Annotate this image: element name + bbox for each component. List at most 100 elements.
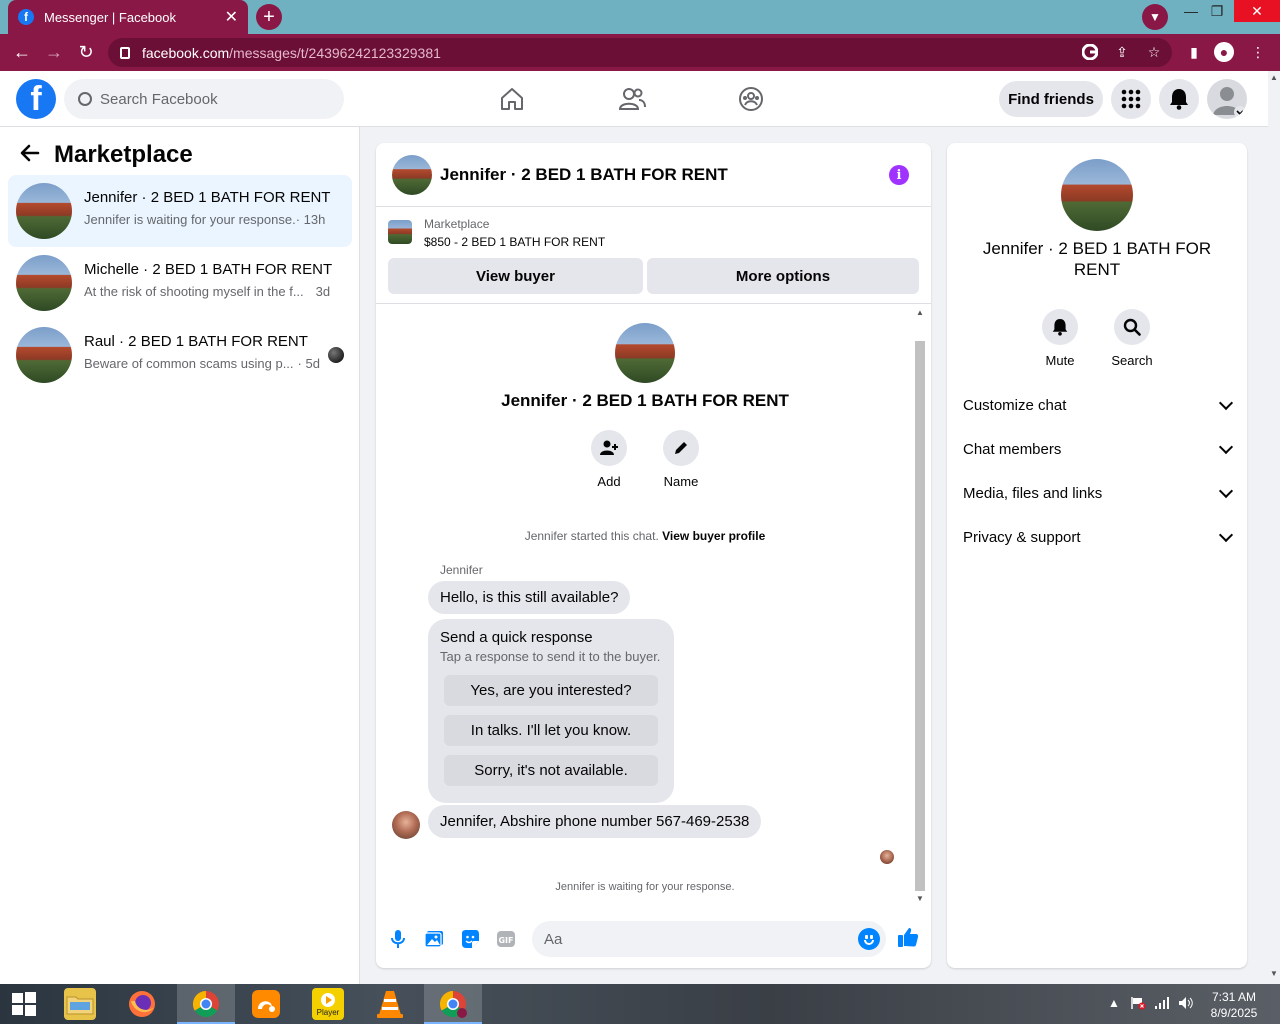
player-label: Player — [316, 1007, 340, 1017]
customize-chat-section[interactable]: Customize chat — [963, 390, 1234, 420]
name-chat-button[interactable]: Name — [651, 430, 711, 489]
svg-text:GIF: GIF — [498, 936, 513, 945]
chat-scrollbar[interactable]: ▲ ▼ — [914, 308, 926, 906]
scroll-down-arrow-icon[interactable]: ▼ — [915, 894, 925, 903]
reload-icon[interactable]: ↻ — [74, 40, 98, 64]
back-arrow-icon[interactable]: ← — [10, 40, 34, 64]
lock-icon[interactable] — [120, 46, 130, 59]
share-icon[interactable]: ⇪ — [1112, 42, 1132, 62]
menu-kebab-icon[interactable]: ⋮ — [1248, 42, 1268, 62]
search-icon — [1114, 309, 1150, 345]
scroll-up-arrow-icon[interactable]: ▲ — [1270, 73, 1278, 82]
message-input[interactable] — [544, 929, 844, 949]
home-icon[interactable] — [496, 83, 528, 115]
back-arrow-icon[interactable] — [20, 142, 40, 168]
media-files-links-section[interactable]: Media, files and links — [963, 478, 1234, 508]
microphone-icon[interactable] — [388, 929, 408, 949]
groups-icon[interactable] — [735, 83, 767, 115]
signal-strength-icon[interactable] — [1154, 996, 1170, 1013]
google-icon[interactable] — [1080, 42, 1100, 62]
chat-title[interactable]: Jennifer · 2 BED 1 BATH FOR RENT — [440, 165, 728, 185]
search-placeholder: Search Facebook — [100, 90, 218, 108]
conversation-item-jennifer[interactable]: Jennifer · 2 BED 1 BATH FOR RENT Jennife… — [8, 175, 352, 247]
chrome-icon[interactable] — [190, 988, 222, 1020]
listing-avatar — [16, 327, 72, 383]
friends-icon[interactable] — [616, 83, 648, 115]
quick-response-in-talks-button[interactable]: In talks. I'll let you know. — [444, 715, 658, 746]
view-buyer-profile-link[interactable]: View buyer profile — [662, 529, 765, 543]
add-people-button[interactable]: Add — [579, 430, 639, 489]
info-icon[interactable]: i — [889, 165, 909, 185]
chat-members-section[interactable]: Chat members — [963, 434, 1234, 464]
like-thumbs-up-icon[interactable] — [896, 925, 920, 949]
add-person-icon — [591, 430, 627, 466]
search-facebook-input[interactable]: Search Facebook — [64, 79, 344, 119]
chrome-profile-icon[interactable] — [437, 988, 469, 1020]
message-composer[interactable] — [532, 921, 886, 957]
browser-tab[interactable]: f Messenger | Facebook ✕ — [8, 0, 248, 34]
windows-start-icon[interactable] — [8, 988, 40, 1020]
network-flag-icon[interactable] — [1130, 996, 1146, 1013]
windows-taskbar: Player ▲ 7:31 AM 8/9/2025 — [0, 984, 1280, 1024]
uc-browser-icon[interactable] — [250, 988, 282, 1020]
sticker-icon[interactable] — [460, 929, 480, 949]
search-icon — [78, 92, 92, 106]
scrollbar-thumb[interactable] — [915, 341, 925, 891]
find-friends-button[interactable]: Find friends — [999, 81, 1103, 117]
close-tab-icon[interactable]: ✕ — [225, 7, 238, 27]
url-host: facebook.com — [142, 44, 230, 61]
view-buyer-button[interactable]: View buyer — [388, 258, 643, 294]
file-explorer-icon[interactable] — [64, 988, 96, 1020]
close-window-button[interactable]: ✕ — [1234, 0, 1280, 22]
quick-response-yes-button[interactable]: Yes, are you interested? — [444, 675, 658, 706]
chat-avatar[interactable] — [392, 155, 432, 195]
system-clock[interactable]: 7:31 AM 8/9/2025 — [1204, 989, 1264, 1021]
facebook-header: f Search Facebook Find friends — [0, 71, 1268, 127]
forward-arrow-icon[interactable]: → — [42, 40, 66, 64]
conversation-item-michelle[interactable]: Michelle · 2 BED 1 BATH FOR RENT At the … — [8, 247, 352, 319]
conversation-item-raul[interactable]: Raul · 2 BED 1 BATH FOR RENT Beware of c… — [8, 319, 352, 391]
notifications-bell-icon[interactable] — [1159, 79, 1199, 119]
side-panel-icon[interactable]: ▮ — [1184, 42, 1204, 62]
more-options-button[interactable]: More options — [647, 258, 919, 294]
name-label: Name — [663, 474, 699, 489]
emoji-icon[interactable] — [858, 928, 880, 950]
sender-avatar[interactable] — [392, 811, 420, 839]
scroll-up-arrow-icon[interactable]: ▲ — [915, 308, 925, 317]
volume-icon[interactable] — [1178, 996, 1194, 1013]
marketplace-label: Marketplace — [424, 217, 490, 231]
mute-button[interactable]: Mute — [1030, 309, 1090, 368]
message-bubble[interactable]: Jennifer, Abshire phone number 567-469-2… — [428, 805, 762, 838]
bookmark-star-icon[interactable]: ☆ — [1144, 42, 1164, 62]
scroll-down-arrow-icon[interactable]: ▼ — [1270, 969, 1278, 978]
search-in-chat-button[interactable]: Search — [1102, 309, 1162, 368]
menu-grid-icon[interactable] — [1111, 79, 1151, 119]
marketplace-heading: Marketplace — [54, 141, 193, 168]
mute-label: Mute — [1045, 353, 1075, 368]
listing-thumbnail[interactable] — [388, 220, 412, 244]
quick-response-subtitle: Tap a response to send it to the buyer. — [440, 649, 661, 664]
conversation-sidebar: Marketplace Jennifer · 2 BED 1 BATH FOR … — [0, 127, 360, 984]
firefox-icon[interactable] — [126, 988, 158, 1020]
profile-icon[interactable]: ● — [1214, 42, 1234, 62]
gif-icon[interactable]: GIF — [496, 929, 516, 949]
vlc-icon[interactable] — [374, 988, 406, 1020]
browser-tab-strip: f Messenger | Facebook ✕ + ▼ — ❐ ✕ — [0, 0, 1280, 34]
listing-price-title[interactable]: $850 - 2 BED 1 BATH FOR RENT — [424, 235, 605, 249]
tab-search-chevron-icon[interactable]: ▼ — [1142, 4, 1168, 30]
message-bubble[interactable]: Hello, is this still available? — [428, 581, 631, 614]
sidebar-title: Marketplace — [20, 141, 193, 169]
facebook-logo-icon[interactable]: f — [16, 79, 56, 119]
chevron-down-icon — [1218, 395, 1234, 411]
facebook-favicon-icon: f — [18, 9, 34, 25]
chat-header: Jennifer · 2 BED 1 BATH FOR RENT i — [376, 143, 931, 207]
quick-response-sorry-button[interactable]: Sorry, it's not available. — [444, 755, 658, 786]
photo-icon[interactable] — [424, 929, 444, 949]
player-app-icon[interactable]: Player — [312, 988, 344, 1020]
page-scrollbar[interactable]: ▲ ▼ — [1268, 71, 1280, 984]
account-avatar-icon[interactable] — [1207, 79, 1247, 119]
show-hidden-icons-chevron-icon[interactable]: ▲ — [1108, 996, 1120, 1010]
privacy-support-section[interactable]: Privacy & support — [963, 522, 1234, 552]
new-tab-button[interactable]: + — [256, 4, 282, 30]
address-bar[interactable]: facebook.com/messages/t/2439624212332938… — [108, 38, 1172, 67]
